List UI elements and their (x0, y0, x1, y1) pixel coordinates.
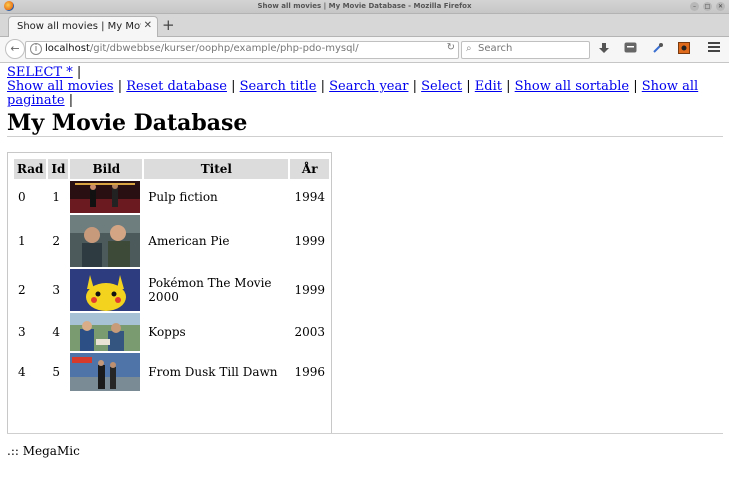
title-divider (7, 136, 723, 137)
cell-titel: Pokémon The Movie 2000 (148, 276, 272, 304)
table-row: 3 4 Kopps 2003 (14, 313, 329, 351)
cell-id: 1 (52, 190, 61, 204)
show-all-sortable-link[interactable]: Show all sortable (515, 79, 629, 94)
cell-bild (70, 313, 142, 351)
movie-table-container: Rad Id Bild Titel År 0 1 Pulp fiction 1994 1… (7, 152, 332, 434)
cell-rad: 0 (18, 190, 26, 204)
movie-thumbnail (70, 313, 141, 351)
cell-ar: 1999 (294, 283, 325, 297)
cell-rad: 4 (18, 365, 26, 379)
search-icon: ⌕ (466, 43, 472, 54)
maximize-icon[interactable]: □ (703, 2, 712, 11)
cell-rad: 2 (18, 283, 26, 297)
eyedropper-icon[interactable] (651, 42, 665, 56)
cell-bild (70, 269, 142, 311)
cell-ar: 1996 (294, 365, 325, 379)
navigation-toolbar: ← i localhost/git/dbwebbse/kurser/oophp/… (0, 37, 729, 63)
tab-show-all-movies[interactable]: Show all movies | My Movie Database ✕ (8, 16, 158, 37)
url-path: /git/dbwebbse/kurser/oophp/example/php-p… (89, 43, 359, 54)
back-button[interactable]: ← (5, 39, 25, 59)
table-row: 0 1 Pulp fiction 1994 (14, 181, 329, 213)
reset-database-link[interactable]: Reset database (126, 79, 227, 94)
addon-icon[interactable] (677, 42, 691, 56)
search-bar[interactable]: ⌕ (461, 41, 590, 59)
movie-thumbnail (70, 269, 141, 311)
table-header-row: Rad Id Bild Titel År (14, 159, 329, 179)
url-text[interactable]: localhost/git/dbwebbse/kurser/oophp/exam… (45, 43, 359, 54)
minimize-icon[interactable]: – (690, 2, 699, 11)
search-input[interactable] (478, 43, 583, 54)
cell-ar: 2003 (294, 325, 325, 339)
tab-strip: Show all movies | My Movie Database ✕ + (0, 14, 729, 37)
nav-line-2: Show all movies | Reset database | Searc… (7, 80, 723, 108)
search-title-link[interactable]: Search title (240, 79, 317, 94)
header-titel: Titel (144, 159, 289, 179)
nav-separator: | (506, 79, 511, 94)
select-star-link[interactable]: SELECT * (7, 65, 73, 80)
cell-id: 3 (52, 283, 61, 297)
cell-id: 4 (52, 325, 61, 339)
nav-line-1: SELECT * | (7, 66, 723, 80)
cell-bild (70, 181, 142, 213)
page-content: SELECT * | Show all movies | Reset datab… (7, 66, 723, 458)
search-year-link[interactable]: Search year (329, 79, 408, 94)
tab-close-icon[interactable]: ✕ (144, 20, 152, 31)
cell-titel: Pulp fiction (148, 190, 218, 204)
nav-separator: | (633, 79, 638, 94)
url-bar[interactable]: i localhost/git/dbwebbse/kurser/oophp/ex… (25, 41, 459, 59)
cell-titel: American Pie (148, 234, 230, 248)
cell-titel: From Dusk Till Dawn (148, 365, 278, 379)
cell-titel: Kopps (148, 325, 186, 339)
menu-icon[interactable] (707, 42, 721, 56)
download-icon[interactable] (597, 42, 611, 56)
nav-separator: | (76, 65, 82, 80)
nav-separator: | (68, 93, 74, 108)
nav-separator: | (466, 79, 471, 94)
cell-id: 5 (52, 365, 61, 379)
cell-bild (70, 353, 142, 391)
movie-thumbnail (70, 181, 141, 213)
movie-thumbnail (70, 215, 141, 267)
nav-separator: | (117, 79, 123, 94)
cell-id: 2 (52, 234, 61, 248)
table-row: 1 2 American Pie 1999 (14, 215, 329, 267)
cell-bild (70, 215, 142, 267)
cell-ar: 1994 (294, 190, 325, 204)
header-id: Id (48, 159, 69, 179)
edit-link[interactable]: Edit (475, 79, 502, 94)
header-bild: Bild (70, 159, 143, 179)
window-title: Show all movies | My Movie Database - Mo… (257, 2, 472, 10)
new-tab-button[interactable]: + (162, 16, 175, 34)
nav-separator: | (412, 79, 417, 94)
reload-icon[interactable]: ↻ (447, 42, 455, 53)
show-all-movies-link[interactable]: Show all movies (7, 79, 114, 94)
info-icon[interactable]: i (30, 43, 42, 55)
pocket-icon[interactable] (623, 42, 637, 56)
cell-ar: 1999 (294, 234, 325, 248)
cell-rad: 1 (18, 234, 26, 248)
select-link[interactable]: Select (421, 79, 462, 94)
url-host: localhost (45, 43, 90, 54)
window-titlebar: Show all movies | My Movie Database - Mo… (0, 0, 729, 14)
page-title: My Movie Database (7, 110, 248, 136)
movie-table: Rad Id Bild Titel År 0 1 Pulp fiction 1994 1… (12, 157, 331, 393)
close-window-icon[interactable]: ✕ (716, 2, 725, 11)
footer-text: .:: MegaMic (7, 444, 80, 458)
table-row: 2 3 Pokémon The Movie 2000 1999 (14, 269, 329, 311)
movie-thumbnail (70, 353, 141, 391)
footer-divider (7, 433, 723, 434)
header-rad: Rad (14, 159, 47, 179)
table-row: 4 5 From Dusk Till Dawn 1996 (14, 353, 329, 391)
header-ar: År (290, 159, 329, 179)
cell-rad: 3 (18, 325, 26, 339)
tab-label: Show all movies | My Movie Database (17, 21, 141, 32)
nav-separator: | (231, 79, 236, 94)
nav-separator: | (320, 79, 325, 94)
